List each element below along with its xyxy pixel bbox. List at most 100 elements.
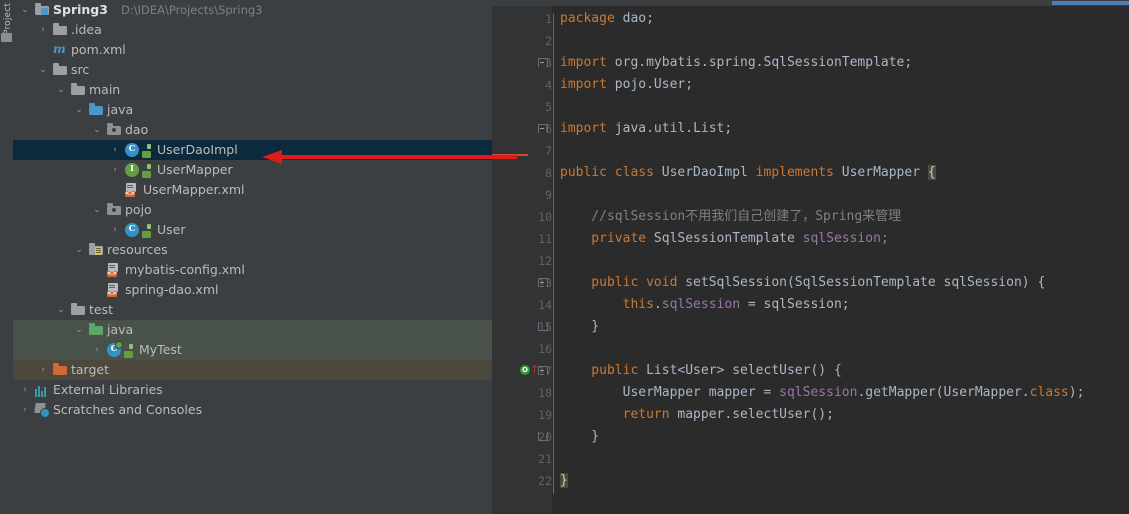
xml-file-icon: <> — [125, 183, 139, 197]
tree-row-idea[interactable]: › .idea — [13, 20, 492, 40]
tree-row-testjava[interactable]: ⌄ java — [13, 320, 492, 340]
chevron-down-icon[interactable]: ⌄ — [91, 120, 103, 140]
editor-gutter[interactable]: 1 2 3 4 5 6 7 8 9 10 11 12 13 14 15 16 17 O ↑ 18 19 20 21 22 — [492, 6, 552, 514]
code-token: package — [560, 11, 623, 26]
xml-file-icon: <> — [107, 263, 121, 277]
chevron-right-icon[interactable]: › — [37, 20, 49, 40]
chevron-down-icon[interactable]: ⌄ — [91, 200, 103, 220]
code-line[interactable]: public void setSqlSession(SqlSessionTemp… — [560, 272, 1045, 294]
tree-row-java[interactable]: ⌄ java — [13, 100, 492, 120]
code-line[interactable]: package dao; — [560, 8, 654, 30]
chevron-right-icon[interactable]: › — [19, 400, 31, 420]
line-number: 11 — [538, 232, 552, 246]
tree-row-main[interactable]: ⌄ main — [13, 80, 492, 100]
fold-region-start-icon[interactable] — [538, 278, 548, 287]
implementing-method-gutter-icon[interactable]: O ↑ — [520, 364, 539, 377]
code-editor[interactable]: 1 2 3 4 5 6 7 8 9 10 11 12 13 14 15 16 17 O ↑ 18 19 20 21 22 pa… — [492, 0, 1129, 514]
chevron-down-icon[interactable]: ⌄ — [55, 300, 67, 320]
code-token: dao; — [622, 11, 654, 26]
java-test-class-icon: C — [107, 341, 123, 357]
tree-row-dao[interactable]: ⌄ dao — [13, 120, 492, 140]
tree-row-label: MyTest — [139, 342, 182, 357]
code-token: ); — [1068, 385, 1085, 400]
code-line[interactable]: return mapper.selectUser(); — [560, 404, 834, 426]
tree-row-src[interactable]: ⌄ src — [13, 60, 492, 80]
structure-icon[interactable] — [1, 33, 12, 42]
folder-icon — [71, 303, 85, 317]
chevron-down-icon[interactable]: ⌄ — [37, 60, 49, 80]
code-token: return — [560, 407, 678, 422]
package-icon — [107, 203, 121, 217]
tree-row-pomxml[interactable]: m pom.xml — [13, 40, 492, 60]
tool-window-button-project[interactable]: Project — [3, 0, 13, 35]
code-line[interactable]: public List<User> selectUser() { — [560, 360, 842, 382]
tree-row-extlibs[interactable]: › External Libraries — [13, 380, 492, 400]
folder-icon — [71, 83, 85, 97]
code-token: () { — [810, 363, 842, 378]
chevron-right-icon[interactable]: › — [91, 340, 103, 360]
tree-row-label: resources — [107, 242, 168, 257]
fold-region-start-icon[interactable] — [538, 58, 548, 67]
tool-window-strip: Project — [0, 0, 14, 514]
fold-region-start-icon[interactable] — [538, 366, 548, 375]
chevron-down-icon[interactable]: ⌄ — [73, 240, 85, 260]
chevron-down-icon[interactable]: ⌄ — [55, 80, 67, 100]
tree-row-target[interactable]: › target — [13, 360, 492, 380]
editor-code-area[interactable]: package dao; import org.mybatis.spring.Sq… — [552, 6, 1129, 514]
tree-row-label: test — [89, 302, 114, 317]
tree-row-userdaoimpl[interactable]: › C UserDaoImpl — [13, 140, 492, 160]
project-tree[interactable]: ⌄ Spring3 D:\IDEA\Projects\Spring3 › .idea m p… — [13, 0, 492, 514]
java-interface-icon: I — [125, 163, 139, 177]
code-line[interactable]: private SqlSessionTemplate sqlSession; — [560, 228, 888, 250]
tree-row-label: mybatis-config.xml — [125, 262, 245, 277]
tree-row-mybatisconfig[interactable]: <> mybatis-config.xml — [13, 260, 492, 280]
tree-row-resources[interactable]: ⌄ resources — [13, 240, 492, 260]
chevron-down-icon[interactable]: ⌄ — [73, 320, 85, 340]
folder-icon — [53, 63, 67, 77]
tree-row-user[interactable]: › C User — [13, 220, 492, 240]
code-line[interactable]: import org.mybatis.spring.SqlSessionTemp… — [560, 52, 912, 74]
code-line[interactable]: } — [560, 316, 599, 338]
public-visibility-icon — [142, 224, 156, 238]
tree-row-pojo[interactable]: ⌄ pojo — [13, 200, 492, 220]
chevron-down-icon[interactable]: ⌄ — [19, 0, 31, 20]
tree-row-spring3[interactable]: ⌄ Spring3 D:\IDEA\Projects\Spring3 — [13, 0, 492, 20]
chevron-right-icon[interactable]: › — [109, 220, 121, 240]
tree-row-mytest[interactable]: › C MyTest — [13, 340, 492, 360]
source-folder-icon — [89, 103, 103, 117]
code-line[interactable]: public class UserDaoImpl implements User… — [560, 162, 936, 184]
code-line[interactable]: import pojo.User; — [560, 74, 693, 96]
code-token: UserMapper mapper = — [560, 385, 780, 400]
fold-region-end-icon[interactable] — [538, 432, 548, 441]
fold-region-end-icon[interactable] — [538, 322, 548, 331]
public-visibility-icon — [124, 344, 138, 358]
chevron-right-icon[interactable]: › — [109, 140, 121, 160]
line-number: 1 — [545, 12, 552, 26]
chevron-right-icon[interactable]: › — [109, 160, 121, 180]
code-line[interactable]: //sqlSession不用我们自己创建了，Spring来管理 — [560, 206, 901, 228]
code-line[interactable]: } — [560, 426, 599, 448]
code-token: class — [1029, 385, 1069, 400]
fold-region-start-icon[interactable] — [538, 124, 548, 133]
horizontal-scrollbar[interactable] — [1052, 1, 1129, 5]
tree-row-label: spring-dao.xml — [125, 282, 219, 297]
tree-row-springdao[interactable]: <> spring-dao.xml — [13, 280, 492, 300]
line-number: 12 — [538, 254, 552, 268]
code-token: selectUser — [732, 363, 811, 378]
code-line[interactable]: import java.util.List; — [560, 118, 732, 140]
chevron-right-icon[interactable]: › — [19, 380, 31, 400]
maven-m-icon: m — [53, 42, 66, 56]
code-line[interactable]: UserMapper mapper = sqlSession.getMapper… — [560, 382, 1085, 404]
code-line[interactable]: } — [560, 470, 568, 492]
tree-row-usermapperxml[interactable]: <> UserMapper.xml — [13, 180, 492, 200]
chevron-right-icon[interactable]: › — [37, 360, 49, 380]
tree-row-usermapper[interactable]: › I UserMapper — [13, 160, 492, 180]
tree-row-test[interactable]: ⌄ test — [13, 300, 492, 320]
tree-row-label: Spring3 — [53, 2, 108, 17]
code-token: this — [560, 297, 654, 312]
chevron-down-icon[interactable]: ⌄ — [73, 100, 85, 120]
code-line[interactable]: this.sqlSession = sqlSession; — [560, 294, 850, 316]
line-number: 5 — [545, 100, 552, 114]
tree-row-scratches[interactable]: › Scratches and Consoles — [13, 400, 492, 420]
tree-row-label: pom.xml — [71, 42, 126, 57]
